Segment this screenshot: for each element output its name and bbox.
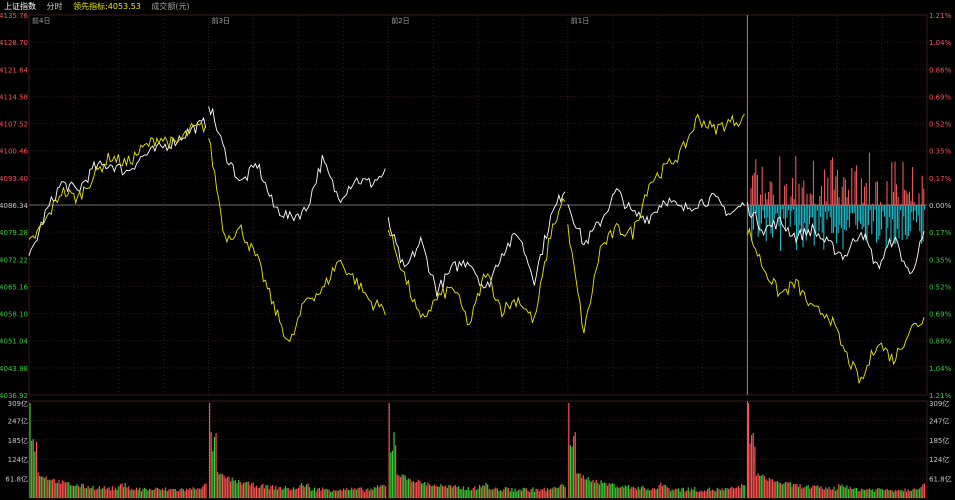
price-tick-label: 4100.46 (0, 148, 29, 156)
day-label: 前3日 (212, 16, 230, 25)
volume-tick-label-right: 247亿 (929, 416, 949, 425)
price-tick-label: 4072.22 (0, 256, 28, 264)
price-tick-label: 4135.76 (0, 12, 29, 20)
price-tick-label: 4086.34 (0, 202, 29, 210)
volume-tick-label: 309亿 (8, 399, 28, 408)
percent-tick-label: 0.52% (929, 121, 952, 129)
index-name[interactable]: 上证指数 (4, 2, 36, 11)
volume-tick-label: 124亿 (8, 455, 28, 464)
volume-tick-label-right: 185亿 (929, 436, 949, 445)
time-sharing-chart: 4135.76 4128.70 4121.64 4114.58 4107.52 4100.… (0, 12, 952, 499)
price-tick-label: 4051.04 (0, 338, 29, 346)
price-tick-label: 4058.10 (0, 311, 28, 319)
day-label: 前1日 (571, 16, 589, 25)
lead-line-day5 (746, 227, 925, 384)
volume-tick-label: 247亿 (8, 416, 28, 425)
percent-tick-label: 1.21% (929, 12, 952, 20)
volume-panel-frame (28, 400, 928, 499)
leading-indicator: 领先指标:4053.53 (73, 2, 141, 11)
percent-tick-label: 0.86% (929, 338, 952, 346)
price-tick-label: 4114.58 (0, 93, 28, 101)
percent-tick-label: 0.00% (929, 202, 952, 210)
price-tick-label: 4121.64 (0, 66, 29, 74)
percent-tick-label: 0.86% (929, 66, 952, 74)
volume-tick-label: 61.8亿 (5, 475, 28, 484)
percent-axis-labels: 1.21% 1.04% 0.86% 0.69% 0.52% 0.35% 0.17% 0.00%… (929, 12, 952, 400)
volume-label: 成交额(元) (151, 2, 190, 11)
percent-tick-label: 1.04% (929, 39, 952, 47)
lead-line-day2 (208, 138, 386, 343)
volume-tick-label: 185亿 (8, 436, 28, 445)
percent-tick-label: 1.21% (929, 392, 952, 400)
price-line-day3 (387, 191, 566, 297)
percent-tick-label: 0.35% (929, 256, 952, 264)
percent-tick-label: 0.17% (929, 229, 952, 237)
percent-tick-label: 0.35% (929, 148, 952, 156)
lead-line-day4 (567, 113, 745, 334)
volume-tick-label-right: 124亿 (929, 455, 949, 464)
price-axis-labels: 4135.76 4128.70 4121.64 4114.58 4107.52 4100.… (0, 12, 29, 400)
price-tick-label: 4065.16 (0, 283, 29, 291)
percent-tick-label: 0.69% (929, 93, 952, 101)
percent-tick-label: 0.52% (929, 283, 952, 291)
volume-tick-label-right: 61.8亿 (929, 475, 952, 484)
chart-mode[interactable]: 分时 (47, 2, 63, 11)
price-tick-label: 4093.40 (0, 175, 28, 183)
percent-tick-label: 0.69% (929, 311, 952, 319)
lead-line-day1 (28, 121, 207, 240)
price-tick-label: 4128.70 (0, 39, 28, 47)
price-line-day4 (567, 188, 745, 246)
price-lines (28, 106, 925, 384)
volume-axis-labels: 309亿 309亿 247亿 247亿 185亿 185亿 124亿 124亿 61.8亿 61.… (5, 399, 951, 484)
volume-bars (29, 402, 925, 498)
day-labels: 前4日 前3日 前2日 前1日 (32, 16, 589, 25)
volume-tick-label-right: 309亿 (929, 399, 949, 408)
day-label: 前2日 (391, 16, 409, 25)
price-tick-label: 4036.92 (0, 392, 28, 400)
day-label: 前4日 (32, 16, 50, 25)
price-tick-label: 4107.52 (0, 121, 28, 129)
price-line-day1 (28, 116, 207, 256)
chart-grid (28, 14, 928, 499)
price-tick-label: 4079.28 (0, 229, 28, 237)
percent-tick-label: 1.04% (929, 365, 952, 373)
price-tick-label: 4043.98 (0, 365, 28, 373)
chart-header: 上证指数 分时 领先指标:4053.53 成交额(元) (4, 1, 198, 12)
percent-tick-label: 0.17% (929, 175, 952, 183)
